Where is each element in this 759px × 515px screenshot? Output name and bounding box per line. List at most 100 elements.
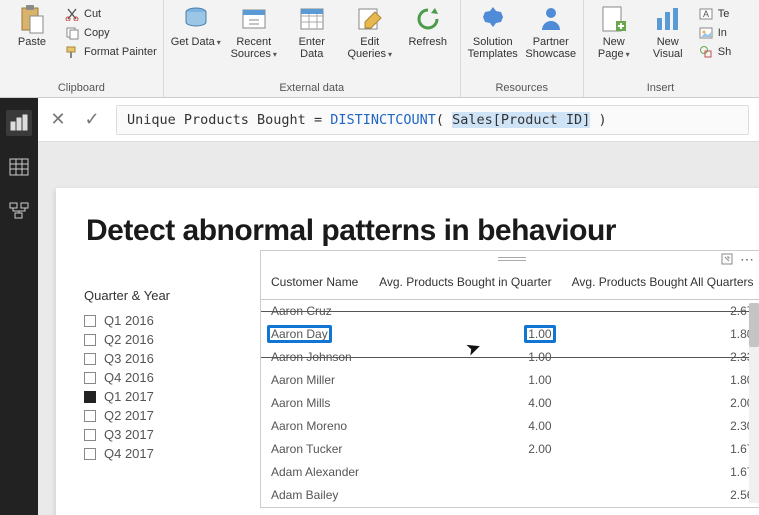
cell-avg-all: 2.00 <box>562 392 759 415</box>
slicer-item-label: Q4 2016 <box>104 370 154 385</box>
slicer-item[interactable]: Q2 2016 <box>84 330 234 349</box>
enter-data-icon <box>297 4 327 34</box>
text-box-button[interactable]: A Te <box>698 6 731 22</box>
checkbox-icon[interactable] <box>84 334 96 346</box>
slicer-item[interactable]: Q2 2017 <box>84 406 234 425</box>
cell-customer-name: Aaron Day <box>261 323 369 346</box>
get-data-button[interactable]: Get Data▾ <box>170 4 222 48</box>
get-data-icon <box>181 4 211 34</box>
slicer-item[interactable]: Q1 2016 <box>84 311 234 330</box>
group-clipboard: Paste Cut Copy Format Painter Clipboard <box>0 0 164 97</box>
formula-cancel-button[interactable]: ✕ <box>48 109 68 130</box>
shapes-icon <box>698 44 714 60</box>
cell-customer-name: Adam Bailey <box>261 484 369 507</box>
checkbox-icon[interactable] <box>84 429 96 441</box>
group-label-resources: Resources <box>467 81 577 96</box>
scrollbar-thumb[interactable] <box>749 303 759 347</box>
slicer-quarter-year[interactable]: Quarter & Year Q1 2016Q2 2016Q3 2016Q4 2… <box>84 288 234 463</box>
slicer-item[interactable]: Q4 2017 <box>84 444 234 463</box>
refresh-label: Refresh <box>408 36 447 48</box>
formula-input[interactable]: Unique Products Bought = DISTINCTCOUNT( … <box>116 105 749 135</box>
group-label-clipboard: Clipboard <box>6 81 157 96</box>
table-row[interactable]: Adam Bailey2.56 <box>261 484 759 507</box>
checkbox-icon[interactable] <box>84 372 96 384</box>
table-row[interactable]: Aaron Johnson1.002.33 <box>261 346 759 369</box>
format-painter-button[interactable]: Format Painter <box>64 44 157 60</box>
partner-showcase-button[interactable]: Partner Showcase <box>525 4 577 60</box>
image-button[interactable]: In <box>698 25 731 41</box>
new-page-button[interactable]: New Page▾ <box>590 4 638 60</box>
edit-queries-button[interactable]: Edit Queries▾ <box>344 4 396 60</box>
checkbox-icon[interactable] <box>84 410 96 422</box>
cell-customer-name: Adam Alexander <box>261 461 369 484</box>
refresh-button[interactable]: Refresh <box>402 4 454 48</box>
text-box-icon: A <box>698 6 714 22</box>
partner-showcase-icon <box>536 4 566 34</box>
paste-button[interactable]: Paste <box>6 4 58 48</box>
cell-avg-quarter: 4.00 <box>369 392 562 415</box>
table-row[interactable]: Aaron Miller1.001.80 <box>261 369 759 392</box>
cell-avg-all: 1.67 <box>562 438 759 461</box>
table-row[interactable]: Aaron Moreno4.002.30 <box>261 415 759 438</box>
focus-mode-icon[interactable] <box>721 253 733 265</box>
table-visual[interactable]: ⋯ Customer NameAvg. Products Bought in Q… <box>260 250 759 508</box>
slicer-item-label: Q3 2017 <box>104 427 154 442</box>
solution-templates-icon <box>478 4 508 34</box>
refresh-icon <box>413 4 443 34</box>
cut-button[interactable]: Cut <box>64 6 157 22</box>
data-view-button[interactable] <box>6 154 32 180</box>
slicer-item[interactable]: Q3 2017 <box>84 425 234 444</box>
table-row[interactable]: Aaron Tucker2.001.67 <box>261 438 759 461</box>
formula-bar: ✕ ✓ Unique Products Bought = DISTINCTCOU… <box>38 98 759 142</box>
solution-templates-button[interactable]: Solution Templates <box>467 4 519 60</box>
new-visual-button[interactable]: New Visual <box>644 4 692 60</box>
group-external-data: Get Data▾ Recent Sources▾ Enter Data Edi… <box>164 0 461 97</box>
cell-avg-quarter: 1.00 <box>369 346 562 369</box>
model-view-button[interactable] <box>6 198 32 224</box>
visual-header[interactable]: ⋯ <box>261 251 759 267</box>
table-row[interactable]: Aaron Cruz2.67 <box>261 300 759 323</box>
slicer-item[interactable]: Q4 2016 <box>84 368 234 387</box>
column-header[interactable]: Avg. Products Bought in Quarter <box>369 267 562 300</box>
checkbox-icon[interactable] <box>84 353 96 365</box>
report-canvas: Detect abnormal patterns in behaviour Qu… <box>38 142 759 515</box>
slicer-item[interactable]: Q1 2017 <box>84 387 234 406</box>
copy-icon <box>64 25 80 41</box>
drag-grip-icon[interactable] <box>498 257 526 261</box>
page-title: Detect abnormal patterns in behaviour <box>86 214 759 248</box>
new-page-label: New Page▾ <box>590 36 638 60</box>
scrollbar[interactable] <box>749 303 759 503</box>
group-insert: New Page▾ New Visual A Te In Sh <box>584 0 737 97</box>
checkbox-icon[interactable] <box>84 315 96 327</box>
report-view-button[interactable] <box>6 110 32 136</box>
new-visual-icon <box>653 4 683 34</box>
column-header[interactable]: Avg. Products Bought All Quarters <box>562 267 759 300</box>
left-rail <box>0 98 38 515</box>
enter-data-button[interactable]: Enter Data <box>286 4 338 60</box>
slicer-item-label: Q1 2017 <box>104 389 154 404</box>
formula-commit-button[interactable]: ✓ <box>82 109 102 130</box>
more-options-icon[interactable]: ⋯ <box>740 251 755 268</box>
partner-showcase-label: Partner Showcase <box>525 36 577 60</box>
formula-arg: Sales[Product ID] <box>452 112 590 128</box>
cell-customer-name: Aaron Mills <box>261 392 369 415</box>
recent-sources-button[interactable]: Recent Sources▾ <box>228 4 280 60</box>
copy-label: Copy <box>84 27 110 39</box>
cell-avg-all: 2.30 <box>562 415 759 438</box>
slicer-item[interactable]: Q3 2016 <box>84 349 234 368</box>
format-painter-label: Format Painter <box>84 46 157 58</box>
checkbox-icon[interactable] <box>84 391 96 403</box>
table-row[interactable]: Adam Alexander1.67 <box>261 461 759 484</box>
cell-avg-quarter: 2.00 <box>369 438 562 461</box>
cell-avg-all: 2.67 <box>562 300 759 323</box>
checkbox-icon[interactable] <box>84 448 96 460</box>
solution-templates-label: Solution Templates <box>467 36 519 60</box>
report-page[interactable]: Detect abnormal patterns in behaviour Qu… <box>56 188 759 515</box>
table-row[interactable]: Aaron Day1.001.80 <box>261 323 759 346</box>
cell-customer-name: Aaron Johnson <box>261 346 369 369</box>
shapes-button[interactable]: Sh <box>698 44 731 60</box>
cell-avg-quarter <box>369 461 562 484</box>
column-header[interactable]: Customer Name <box>261 267 369 300</box>
copy-button[interactable]: Copy <box>64 25 157 41</box>
table-row[interactable]: Aaron Mills4.002.00 <box>261 392 759 415</box>
